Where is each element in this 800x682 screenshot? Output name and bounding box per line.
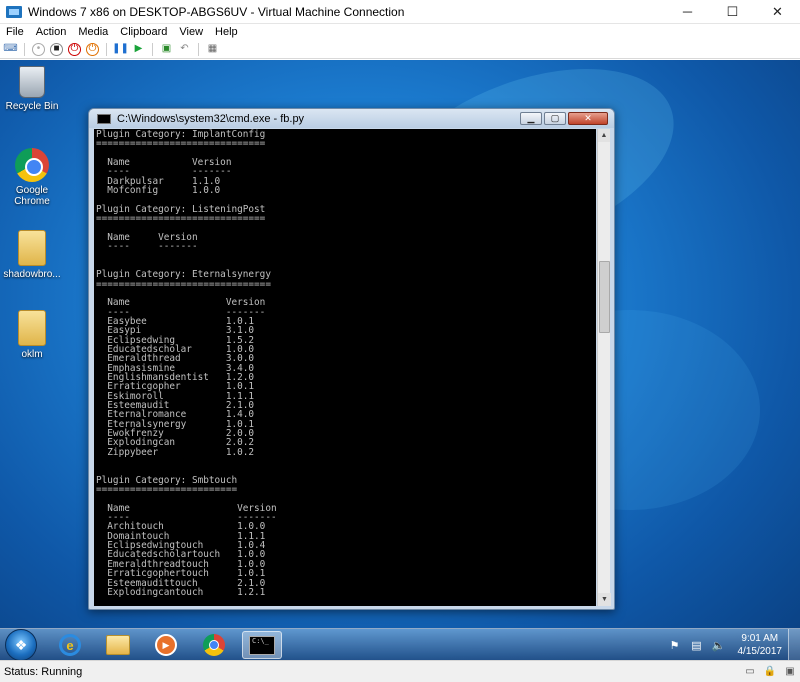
status-bar: Status: Running ▭ 🔒 ▣ bbox=[0, 660, 800, 682]
enhanced-session-icon[interactable]: ▦ bbox=[206, 43, 219, 56]
console-line: =============================== bbox=[96, 278, 271, 290]
desktop-icon-oklm[interactable]: oklm bbox=[0, 310, 64, 360]
console-line: Explodingcantouch 1.2.1 bbox=[96, 586, 266, 598]
cmd-close-button[interactable]: ✕ bbox=[568, 112, 608, 125]
pause-icon[interactable]: ❚❚ bbox=[112, 43, 129, 56]
console-line: ============================== bbox=[96, 213, 266, 225]
cmd-title: C:\Windows\system32\cmd.exe - fb.py bbox=[117, 112, 305, 125]
menu-action[interactable]: Action bbox=[30, 26, 73, 38]
console-text: Plugin Category: ImplantConfig ==========… bbox=[94, 129, 596, 598]
scroll-up-icon[interactable]: ▲ bbox=[598, 129, 610, 142]
file-explorer-icon bbox=[106, 635, 130, 655]
cmd-icon: C:\_ bbox=[249, 635, 275, 655]
taskbar-explorer[interactable] bbox=[98, 631, 138, 659]
console-line: ---- ------- bbox=[96, 241, 198, 253]
console-line: Zippybeer 1.0.2 bbox=[96, 446, 255, 458]
desktop-icon-label: shadowbro... bbox=[3, 269, 61, 280]
taskbar: ❖ e ▶ C:\_ ⚑ ▤ 🔈 9:01 AM 4/15/2017 bbox=[0, 628, 800, 660]
turn-off-icon[interactable]: ■ bbox=[50, 42, 63, 56]
desktop-icon-recycle-bin[interactable]: Recycle Bin bbox=[0, 66, 64, 112]
taskbar-cmd[interactable]: C:\_ bbox=[242, 631, 282, 659]
shutdown-icon[interactable]: ⏻ bbox=[68, 42, 81, 56]
clock-date: 4/15/2017 bbox=[737, 646, 783, 657]
desktop-icon-label: Recycle Bin bbox=[5, 101, 59, 112]
console-scrollbar[interactable]: ▲ ▼ bbox=[597, 129, 611, 606]
start-button[interactable]: ❖ bbox=[5, 629, 37, 660]
close-button[interactable]: ✕ bbox=[755, 0, 800, 24]
taskbar-internet-explorer[interactable]: e bbox=[50, 631, 90, 659]
toolbar-separator bbox=[198, 42, 199, 56]
cmd-window[interactable]: C:\Windows\system32\cmd.exe - fb.py ▁ ▢ … bbox=[88, 108, 615, 610]
clock-time: 9:01 AM bbox=[741, 633, 779, 644]
checkpoint-icon[interactable]: ▣ bbox=[160, 43, 173, 56]
lock-icon: 🔒 bbox=[763, 666, 777, 677]
cmd-minimize-button[interactable]: ▁ bbox=[520, 112, 542, 125]
vm-screen[interactable]: Recycle Bin Google Chrome shadowbro... o… bbox=[0, 60, 800, 660]
ctrl-alt-del-icon[interactable]: ⌨ bbox=[3, 43, 17, 56]
display-icon: ▣ bbox=[785, 666, 795, 677]
window-title: Windows 7 x86 on DESKTOP-ABGS6UV - Virtu… bbox=[28, 4, 405, 19]
host-titlebar: Windows 7 x86 on DESKTOP-ABGS6UV - Virtu… bbox=[0, 0, 800, 24]
toolbar-separator bbox=[24, 42, 25, 56]
network-icon[interactable]: ▤ bbox=[690, 638, 704, 652]
chrome-icon bbox=[203, 634, 225, 656]
cmd-titlebar[interactable]: C:\Windows\system32\cmd.exe - fb.py ▁ ▢ … bbox=[89, 109, 614, 128]
toolbar-separator bbox=[152, 42, 153, 56]
vm-toolbar: ⌨ • ■ ⏻ ⏻ ❚❚ ▶ ▣ ↶ ▦ bbox=[0, 40, 800, 59]
scroll-down-icon[interactable]: ▼ bbox=[598, 593, 611, 606]
console-line: ========================= bbox=[96, 484, 238, 496]
clock[interactable]: 9:01 AM 4/15/2017 bbox=[738, 632, 783, 658]
desktop-icon-shadowbrokers[interactable]: shadowbro... bbox=[0, 230, 64, 280]
console-line: Mofconfig 1.0.0 bbox=[96, 185, 221, 197]
scroll-thumb[interactable] bbox=[599, 261, 610, 333]
menu-help[interactable]: Help bbox=[209, 26, 244, 38]
keyboard-icon: ▭ bbox=[745, 666, 755, 677]
menu-file[interactable]: File bbox=[0, 26, 30, 38]
start-vm-icon[interactable]: • bbox=[32, 42, 45, 56]
vm-connection-icon bbox=[6, 5, 22, 18]
volume-icon[interactable]: 🔈 bbox=[712, 638, 726, 652]
cmd-maximize-button[interactable]: ▢ bbox=[544, 112, 566, 125]
vm-status-text: Status: Running bbox=[4, 665, 83, 678]
taskbar-chrome[interactable] bbox=[194, 631, 234, 659]
cmd-icon bbox=[97, 113, 111, 124]
menu-clipboard[interactable]: Clipboard bbox=[114, 26, 173, 38]
resume-icon[interactable]: ▶ bbox=[132, 43, 145, 56]
show-desktop-button[interactable] bbox=[788, 629, 800, 660]
console-output[interactable]: Plugin Category: ImplantConfig ==========… bbox=[94, 129, 596, 606]
desktop-icon-label: Google Chrome bbox=[14, 185, 50, 207]
menu-view[interactable]: View bbox=[173, 26, 209, 38]
desktop-icon-label: oklm bbox=[21, 349, 43, 360]
recycle-bin-icon bbox=[19, 66, 45, 98]
folder-icon bbox=[18, 230, 46, 266]
save-state-icon[interactable]: ⏻ bbox=[86, 42, 99, 56]
media-player-icon: ▶ bbox=[155, 634, 177, 656]
revert-icon[interactable]: ↶ bbox=[178, 43, 191, 56]
taskbar-media-player[interactable]: ▶ bbox=[146, 631, 186, 659]
menu-media[interactable]: Media bbox=[72, 26, 114, 38]
desktop-icon-google-chrome[interactable]: Google Chrome bbox=[0, 148, 64, 207]
chrome-icon bbox=[15, 148, 49, 182]
toolbar-separator bbox=[106, 42, 107, 56]
maximize-button[interactable]: ☐ bbox=[710, 0, 755, 24]
console-line: ============================== bbox=[96, 138, 266, 150]
system-tray: ⚑ ▤ 🔈 9:01 AM 4/15/2017 bbox=[664, 629, 800, 660]
folder-icon bbox=[18, 310, 46, 346]
menu-bar: File Action Media Clipboard View Help bbox=[0, 24, 800, 40]
action-center-icon[interactable]: ⚑ bbox=[668, 638, 682, 652]
internet-explorer-icon: e bbox=[59, 634, 81, 656]
minimize-button[interactable]: ─ bbox=[665, 0, 710, 24]
